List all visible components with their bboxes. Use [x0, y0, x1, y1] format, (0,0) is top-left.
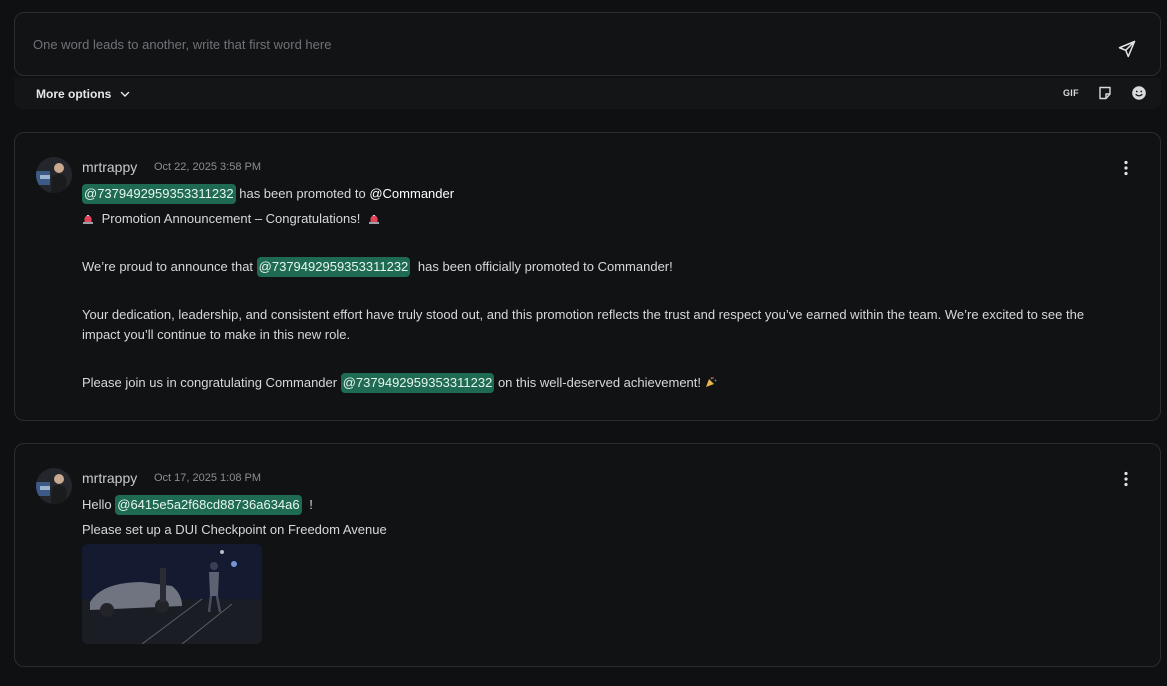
message-line: Please set up a DUI Checkpoint on Freedo…: [82, 522, 387, 537]
siren-icon: [368, 215, 379, 224]
message-line: Hello @6415e5a2f68cd88736a634a6 !: [82, 495, 313, 515]
more-options-button[interactable]: More options: [36, 87, 131, 101]
message-line: @7379492959353311232 has been promoted t…: [82, 184, 454, 204]
image-attachment[interactable]: [82, 544, 262, 644]
timestamp: Oct 17, 2025 1:08 PM: [154, 472, 262, 484]
post-card: mrtrappy Oct 22, 2025 3:58 PM @737949295…: [14, 132, 1161, 421]
gif-icon[interactable]: GIF: [1063, 88, 1079, 98]
message-line: Promotion Announcement – Congratulations…: [82, 209, 380, 229]
author-name[interactable]: mrtrappy: [82, 470, 137, 486]
composer-input[interactable]: One word leads to another, write that fi…: [33, 37, 331, 52]
message-text: on this well-deserved achievement!: [497, 375, 702, 390]
message-line: Please join us in congratulating Command…: [82, 373, 717, 393]
timestamp: Oct 22, 2025 3:58 PM: [154, 161, 262, 173]
emoji-icon[interactable]: [1131, 85, 1147, 101]
post-card: mrtrappy Oct 17, 2025 1:08 PM Hello @641…: [14, 443, 1161, 667]
author-name[interactable]: mrtrappy: [82, 159, 137, 175]
composer-options-bar: More options GIF: [14, 78, 1161, 109]
message-text: Please join us in congratulating Command…: [82, 375, 338, 390]
announcement-heading: Promotion Announcement – Congratulations…: [101, 211, 361, 226]
avatar[interactable]: [36, 468, 72, 504]
sticker-icon[interactable]: [1097, 85, 1113, 101]
user-mention[interactable]: @6415e5a2f68cd88736a634a6: [115, 495, 302, 515]
chevron-down-icon: [121, 91, 130, 97]
user-mention[interactable]: @7379492959353311232: [82, 184, 236, 204]
role-mention[interactable]: @Commander: [369, 186, 454, 201]
message-text: !: [309, 497, 313, 512]
more-options-label: More options: [36, 87, 112, 101]
message-composer[interactable]: One word leads to another, write that fi…: [14, 12, 1161, 76]
avatar[interactable]: [36, 157, 72, 193]
message-text: has been promoted to: [239, 186, 366, 201]
siren-icon: [83, 215, 93, 224]
send-icon[interactable]: [1117, 39, 1137, 59]
message-line: We’re proud to announce that @7379492959…: [82, 257, 673, 277]
message-paragraph: Your dedication, leadership, and consist…: [82, 307, 1085, 342]
user-mention[interactable]: @7379492959353311232: [340, 373, 495, 393]
message-text: We’re proud to announce that: [82, 259, 254, 274]
message-text: Hello: [82, 497, 112, 512]
kebab-menu-icon[interactable]: [1120, 471, 1132, 487]
user-mention[interactable]: @7379492959353311232: [256, 257, 411, 277]
message-text: has been officially promoted to Commande…: [417, 259, 673, 274]
kebab-menu-icon[interactable]: [1120, 160, 1132, 176]
party-popper-icon: [705, 377, 717, 387]
